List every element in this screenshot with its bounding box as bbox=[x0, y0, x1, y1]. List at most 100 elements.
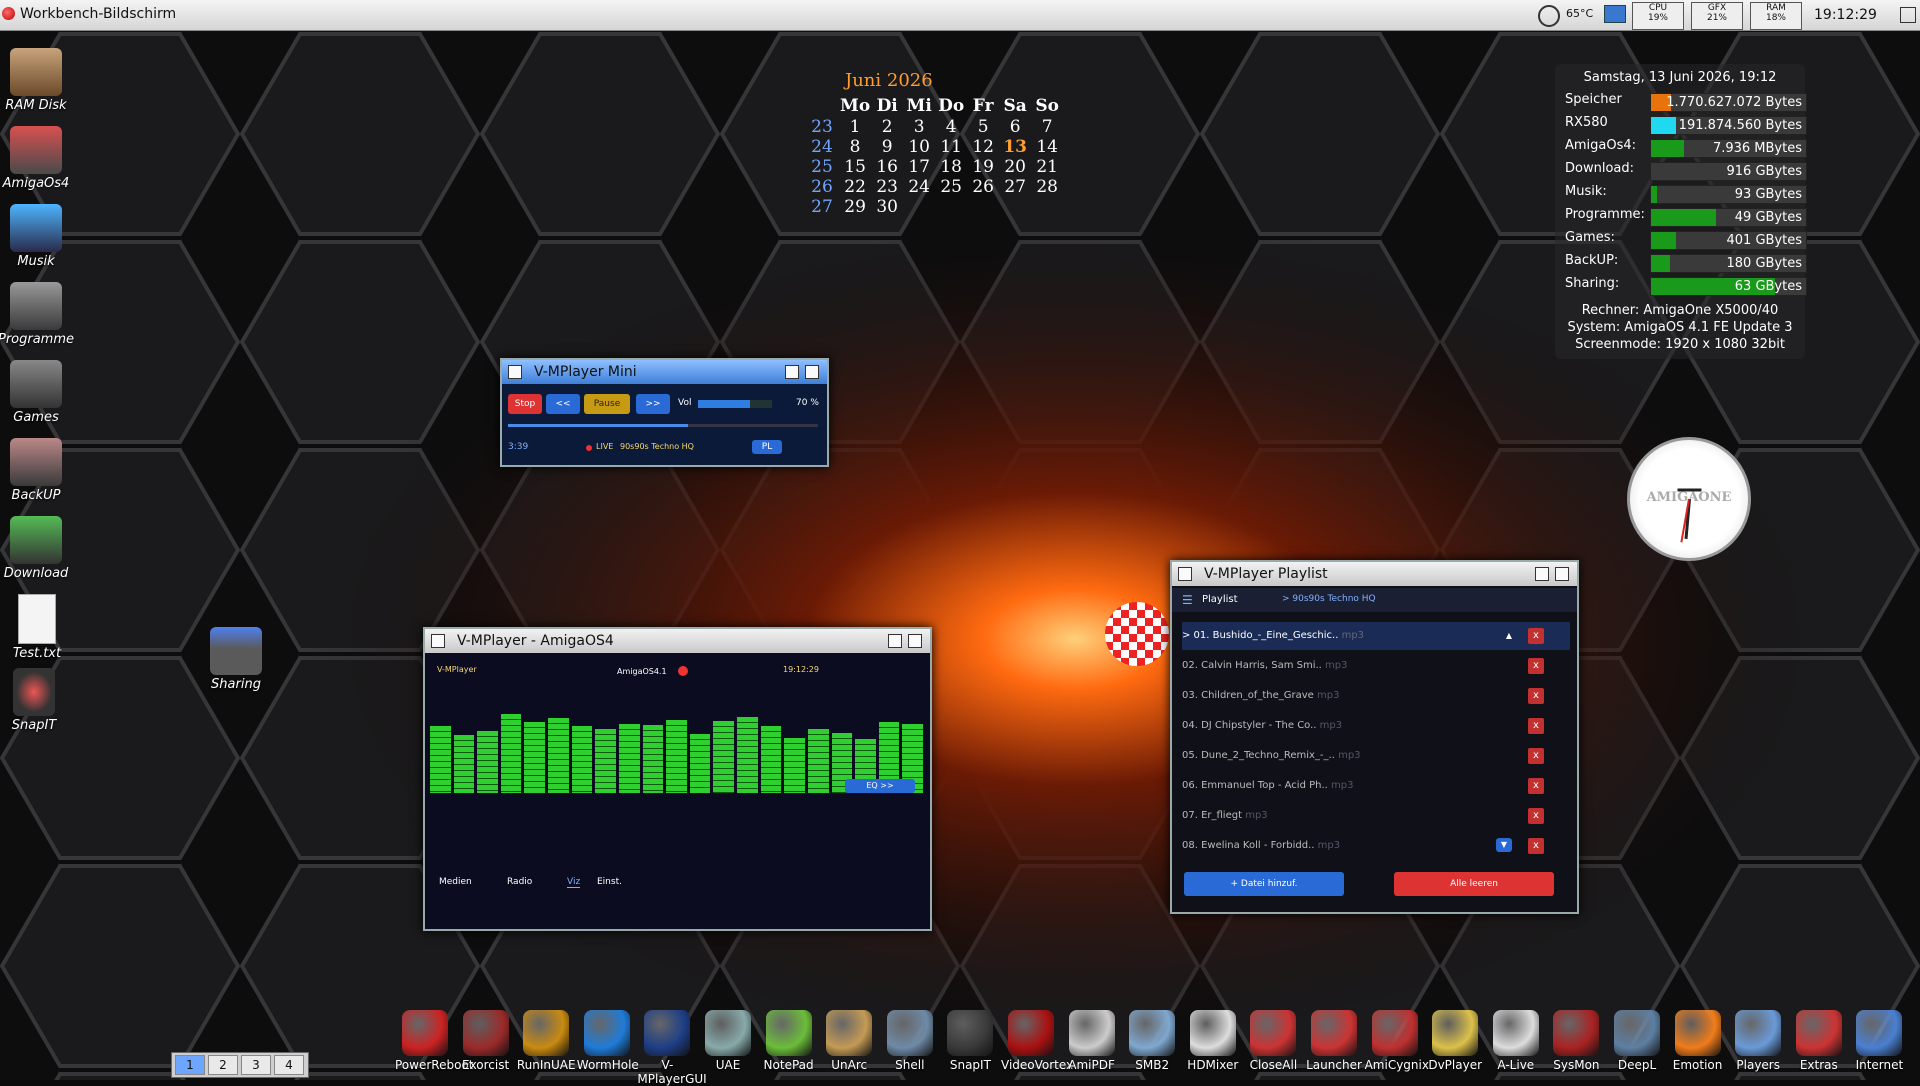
dock-item-internet[interactable]: Internet bbox=[1849, 1005, 1909, 1072]
dock-item-powerreboot[interactable]: PowerReboot bbox=[395, 1005, 473, 1072]
calendar-day bbox=[1031, 197, 1063, 217]
playlist-tab[interactable]: Playlist bbox=[1202, 594, 1238, 605]
dock-item-deepl[interactable]: DeepL bbox=[1607, 1005, 1667, 1072]
remove-track-button[interactable]: x bbox=[1528, 778, 1544, 794]
window-titlebar[interactable]: V-MPlayer - AmigaOS4 bbox=[425, 629, 930, 653]
remove-track-button[interactable]: x bbox=[1528, 688, 1544, 704]
desktop-icon-amigaos4[interactable]: AmigaOs4 bbox=[0, 126, 81, 191]
screen-depth-gadget[interactable] bbox=[1900, 7, 1916, 23]
dock-item-emotion[interactable]: Emotion bbox=[1668, 1005, 1728, 1072]
dock-item-unarc[interactable]: UnArc bbox=[819, 1005, 879, 1072]
previous-button[interactable]: << bbox=[546, 394, 580, 414]
depth-gadget-icon[interactable] bbox=[1555, 567, 1569, 581]
dock-item-wormhole[interactable]: WormHole bbox=[577, 1005, 639, 1072]
vmplayer-mini-window[interactable]: V-MPlayer Mini Stop << Pause >> Vol 70 %… bbox=[500, 358, 829, 467]
desktop-icon-label: Programme bbox=[0, 332, 75, 347]
equalizer-button[interactable]: EQ >> bbox=[845, 779, 915, 793]
window-titlebar[interactable]: V-MPlayer Mini bbox=[502, 360, 827, 384]
analog-clock: AMIGAONE bbox=[1627, 437, 1751, 561]
dock-item-runinuae[interactable]: RunInUAE bbox=[516, 1005, 576, 1072]
dock-item-launcher[interactable]: Launcher bbox=[1304, 1005, 1364, 1072]
dock-item-v-mplayergui[interactable]: V-MPlayerGUI bbox=[637, 1005, 707, 1086]
pause-button[interactable]: Pause bbox=[584, 394, 630, 414]
desktop-icon-games[interactable]: Games bbox=[0, 360, 81, 425]
dock-item-a-live[interactable]: A-Live bbox=[1486, 1005, 1546, 1072]
scroll-down-icon[interactable]: ▼ bbox=[1496, 838, 1512, 852]
dock-item-exorcist[interactable]: Exorcist bbox=[456, 1005, 516, 1072]
clear-all-button[interactable]: Alle leeren bbox=[1394, 872, 1554, 896]
dock-item-amicygnix[interactable]: AmiCygnix bbox=[1365, 1005, 1429, 1072]
desktop-icon-test-txt[interactable]: Test.txt bbox=[0, 594, 82, 661]
desktop-icon-label: BackUP bbox=[11, 488, 61, 503]
zoom-gadget-icon[interactable] bbox=[785, 365, 799, 379]
calendar-day: 23 bbox=[876, 177, 898, 197]
depth-gadget-icon[interactable] bbox=[805, 365, 819, 379]
dock-item-amipdf[interactable]: AmiPDF bbox=[1062, 1005, 1122, 1072]
scroll-up-icon[interactable]: ▲ bbox=[1506, 622, 1512, 650]
dock-item-snapit[interactable]: SnapIT bbox=[940, 1005, 1000, 1072]
seek-bar[interactable] bbox=[508, 424, 818, 427]
close-gadget-icon[interactable] bbox=[1178, 567, 1192, 581]
volume-label: Vol bbox=[678, 398, 692, 408]
dock-item-closeall[interactable]: CloseAll bbox=[1243, 1005, 1303, 1072]
zoom-gadget-icon[interactable] bbox=[1535, 567, 1549, 581]
stop-button[interactable]: Stop bbox=[508, 394, 542, 414]
tab-radio[interactable]: Radio bbox=[507, 877, 532, 887]
playlist-item[interactable]: 02. Calvin Harris, Sam Smi.. mp3 x bbox=[1182, 652, 1570, 680]
close-gadget-icon[interactable] bbox=[431, 634, 445, 648]
desktop-icon-backup[interactable]: BackUP bbox=[0, 438, 81, 503]
workspace-3-button[interactable]: 3 bbox=[241, 1055, 271, 1075]
dock-item-notepad[interactable]: NotePad bbox=[759, 1005, 819, 1072]
workspace-4-button[interactable]: 4 bbox=[274, 1055, 304, 1075]
dock-item-players[interactable]: Players bbox=[1728, 1005, 1788, 1072]
dock-item-sysmon[interactable]: SysMon bbox=[1546, 1005, 1606, 1072]
playlist-item-active[interactable]: > 01. Bushido_-_Eine_Geschic.. mp3 ▲ x bbox=[1182, 622, 1570, 650]
tab-einstellungen[interactable]: Einst. bbox=[597, 877, 622, 887]
playlist-item[interactable]: 05. Dune_2_Techno_Remix_-_.. mp3 x bbox=[1182, 742, 1570, 770]
playlist-item[interactable]: 03. Children_of_the_Grave mp3 x bbox=[1182, 682, 1570, 710]
next-button[interactable]: >> bbox=[636, 394, 670, 414]
amiga-boing-icon[interactable] bbox=[2, 7, 15, 20]
desktop-icon-download[interactable]: Download bbox=[0, 516, 81, 581]
tab-medien[interactable]: Medien bbox=[439, 877, 472, 887]
add-file-button[interactable]: + Datei hinzuf. bbox=[1184, 872, 1344, 896]
dock-item-hdmixer[interactable]: HDMixer bbox=[1183, 1005, 1243, 1072]
playlist-button[interactable]: PL bbox=[752, 440, 782, 454]
playlist-item[interactable]: 08. Ewelina Koll - Forbidd.. mp3 ▼ x bbox=[1182, 832, 1570, 860]
volume-slider[interactable] bbox=[698, 400, 772, 408]
dock-item-dvplayer[interactable]: DvPlayer bbox=[1425, 1005, 1485, 1072]
dock-item-extras[interactable]: Extras bbox=[1789, 1005, 1849, 1072]
desktop-icon-sharing[interactable]: Sharing bbox=[191, 627, 281, 692]
remove-track-button[interactable]: x bbox=[1528, 718, 1544, 734]
playlist-item[interactable]: 04. DJ Chipstyler - The Co.. mp3 x bbox=[1182, 712, 1570, 740]
vmplayer-main-window[interactable]: V-MPlayer - AmigaOS4 V-MPlayer AmigaOS4.… bbox=[423, 627, 932, 931]
dock-item-smb2[interactable]: SMB2 bbox=[1122, 1005, 1182, 1072]
playlist-item[interactable]: 07. Er_fliegt mp3 x bbox=[1182, 802, 1570, 830]
dock-item-shell[interactable]: Shell bbox=[880, 1005, 940, 1072]
remove-track-button[interactable]: x bbox=[1528, 628, 1544, 644]
desktop-icon-programme[interactable]: Programme bbox=[0, 282, 81, 347]
depth-gadget-icon[interactable] bbox=[908, 634, 922, 648]
remove-track-button[interactable]: x bbox=[1528, 748, 1544, 764]
vmplayer-playlist-window[interactable]: V-MPlayer Playlist ☰ Playlist > 90s90s T… bbox=[1170, 560, 1579, 914]
spectrum-bar bbox=[737, 717, 758, 793]
desktop-icon-snapit[interactable]: SnapIT bbox=[0, 668, 79, 733]
dock-item-uae[interactable]: UAE bbox=[698, 1005, 758, 1072]
close-gadget-icon[interactable] bbox=[508, 365, 522, 379]
topbar-time: 19:12:29 bbox=[1814, 7, 1877, 23]
dock-item-videovortex[interactable]: VideoVortex bbox=[1001, 1005, 1073, 1072]
workspace-1-button[interactable]: 1 bbox=[175, 1055, 205, 1075]
calendar-day: 27 bbox=[1004, 177, 1026, 197]
workspace-2-button[interactable]: 2 bbox=[208, 1055, 238, 1075]
zoom-gadget-icon[interactable] bbox=[888, 634, 902, 648]
remove-track-button[interactable]: x bbox=[1528, 838, 1544, 854]
desktop-icon-ram-disk[interactable]: RAM Disk bbox=[0, 48, 81, 113]
tab-viz[interactable]: Viz bbox=[567, 877, 581, 888]
usage-bar-fill bbox=[1651, 209, 1717, 226]
window-titlebar[interactable]: V-MPlayer Playlist bbox=[1172, 562, 1577, 586]
desktop-icon-musik[interactable]: Musik bbox=[0, 204, 81, 269]
remove-track-button[interactable]: x bbox=[1528, 808, 1544, 824]
system-info-widget: Samstag, 13 Juni 2026, 19:12 Speicher 1.7… bbox=[1555, 64, 1807, 359]
playlist-item[interactable]: 06. Emmanuel Top - Acid Ph.. mp3 x bbox=[1182, 772, 1570, 800]
remove-track-button[interactable]: x bbox=[1528, 658, 1544, 674]
